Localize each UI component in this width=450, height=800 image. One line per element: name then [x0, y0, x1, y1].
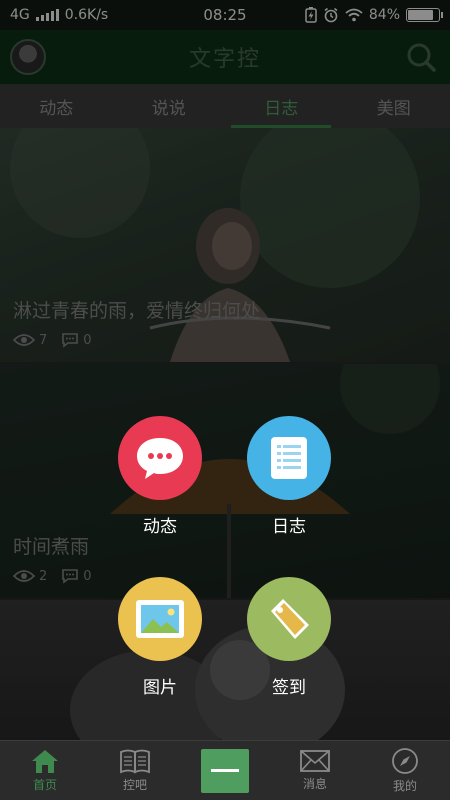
action-picture[interactable]: 图片	[117, 577, 203, 698]
action-checkin[interactable]: 签到	[246, 577, 332, 698]
bottom-nav: 首页 控吧 消息 我的	[0, 740, 450, 800]
nav-messages[interactable]: 消息	[270, 741, 360, 800]
compose-button[interactable]	[201, 748, 249, 793]
tag-icon	[271, 599, 309, 639]
publish-menu: 动态 日志 图片 签到	[0, 0, 450, 800]
document-icon	[271, 437, 307, 479]
action-checkin-label: 签到	[272, 678, 306, 698]
action-picture-button[interactable]	[118, 577, 202, 661]
action-journal-button[interactable]	[247, 416, 331, 500]
book-icon	[120, 749, 150, 774]
minus-icon	[211, 769, 239, 772]
mail-icon	[300, 750, 330, 772]
nav-messages-label: 消息	[302, 777, 327, 791]
action-dynamic-label: 动态	[143, 517, 177, 537]
nav-profile[interactable]: 我的	[360, 741, 450, 800]
nav-home-label: 首页	[32, 778, 57, 792]
action-checkin-button[interactable]	[247, 577, 331, 661]
picture-icon	[136, 600, 184, 638]
action-dynamic[interactable]: 动态	[117, 416, 203, 537]
chat-bubble-icon	[137, 438, 183, 479]
action-journal[interactable]: 日志	[246, 416, 332, 537]
action-dynamic-button[interactable]	[118, 416, 202, 500]
nav-forum[interactable]: 控吧	[90, 741, 180, 800]
action-journal-label: 日志	[272, 517, 306, 537]
nav-forum-label: 控吧	[122, 778, 147, 792]
action-picture-label: 图片	[143, 678, 177, 698]
nav-profile-label: 我的	[392, 779, 417, 793]
nav-compose[interactable]	[180, 741, 270, 800]
nav-home[interactable]: 首页	[0, 741, 90, 800]
compass-icon	[392, 748, 418, 774]
home-icon	[32, 750, 58, 773]
